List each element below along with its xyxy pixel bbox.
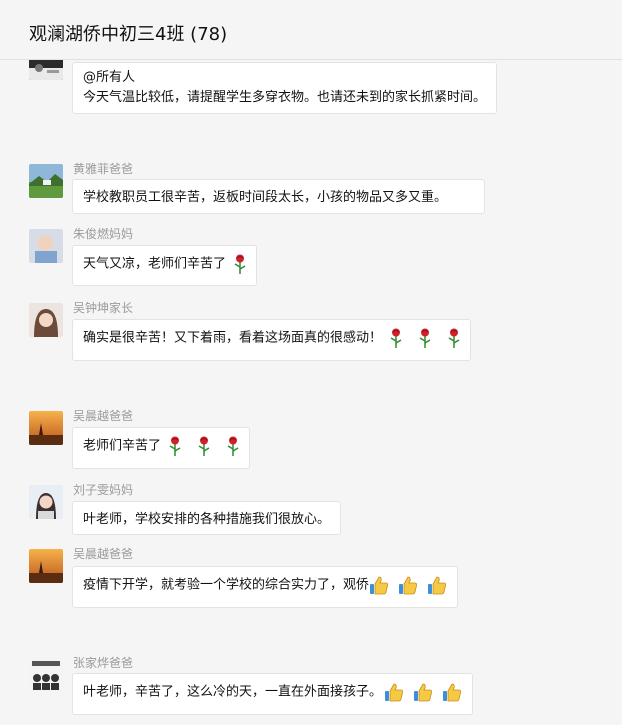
sender-name: 朱俊燃妈妈: [73, 227, 134, 241]
sender-name: 黄雅菲爸爸: [73, 162, 134, 176]
message-bubble[interactable]: 叶老师，学校安排的各种措施我们很放心。: [72, 501, 342, 535]
rose-icon: [227, 436, 239, 456]
rose-icon: [234, 254, 246, 274]
sunset-avatar[interactable]: [29, 549, 63, 583]
message-text: 今天气温比较低，请提醒学生多穿衣物。也请还未到的家长抓紧时间。: [83, 90, 487, 105]
sender-name: 吴晨越爸爸: [73, 409, 134, 423]
thumbs-up-icon: [442, 682, 462, 702]
thumbs-up-icon: [384, 682, 404, 702]
thumbs-up-icon: [398, 575, 418, 595]
message-bubble[interactable]: 疫情下开学，就考验一个学校的综合实力了，观侨: [72, 566, 459, 608]
message-text: 天气又凉，老师们辛苦了: [83, 256, 227, 272]
sender-name: 张家烨爸爸: [73, 656, 134, 670]
chat-title: 观澜湖侨中初三4班 (78): [29, 24, 228, 45]
message-text: @所有人: [83, 70, 136, 85]
rose-icon: [390, 328, 402, 348]
message-text: 叶老师，辛苦了，这么冷的天，一直在外面接孩子。: [83, 684, 383, 700]
rose-icon: [198, 436, 210, 456]
landscape-avatar[interactable]: [29, 164, 63, 198]
sender-name: 吴晨越爸爸: [73, 547, 134, 561]
message-text: 确实是很辛苦！又下着雨，看着这场面真的很感动！: [83, 330, 383, 346]
message-text: 学校教职员工很辛苦，返板时间段太长，小孩的物品又多又重。: [83, 190, 448, 205]
message-text: 疫情下开学，就考验一个学校的综合实力了，观侨: [83, 577, 370, 593]
rose-icon: [448, 328, 460, 348]
thumbs-up-icon: [413, 682, 433, 702]
message-bubble[interactable]: @所有人 今天气温比较低，请提醒学生多穿衣物。也请还未到的家长抓紧时间。: [72, 62, 498, 114]
rose-icon: [169, 436, 181, 456]
sender-name: 刘子雯妈妈: [73, 483, 134, 497]
woman-avatar[interactable]: [29, 485, 63, 519]
message-bubble[interactable]: 学校教职员工很辛苦，返板时间段太长，小孩的物品又多又重。: [72, 179, 485, 214]
message-bubble[interactable]: 确实是很辛苦！又下着雨，看着这场面真的很感动！: [72, 319, 472, 361]
chat-title-bar: 观澜湖侨中初三4班 (78): [0, 0, 622, 60]
portrait-avatar[interactable]: [29, 303, 63, 337]
sender-name: 吴钟坤家长: [73, 301, 134, 315]
thumbs-up-icon: [369, 575, 389, 595]
message-bubble[interactable]: 老师们辛苦了: [72, 427, 251, 469]
message-bubble[interactable]: 天气又凉，老师们辛苦了: [72, 245, 258, 286]
thumbs-up-icon: [427, 575, 447, 595]
rose-icon: [419, 328, 431, 348]
message-bubble[interactable]: 叶老师，辛苦了，这么冷的天，一直在外面接孩子。: [72, 673, 474, 715]
sunset-avatar[interactable]: [29, 411, 63, 445]
message-text: 叶老师，学校安排的各种措施我们很放心。: [83, 512, 331, 527]
poster-avatar[interactable]: [29, 658, 63, 692]
child-avatar[interactable]: [29, 229, 63, 263]
message-text: 老师们辛苦了: [83, 438, 162, 454]
